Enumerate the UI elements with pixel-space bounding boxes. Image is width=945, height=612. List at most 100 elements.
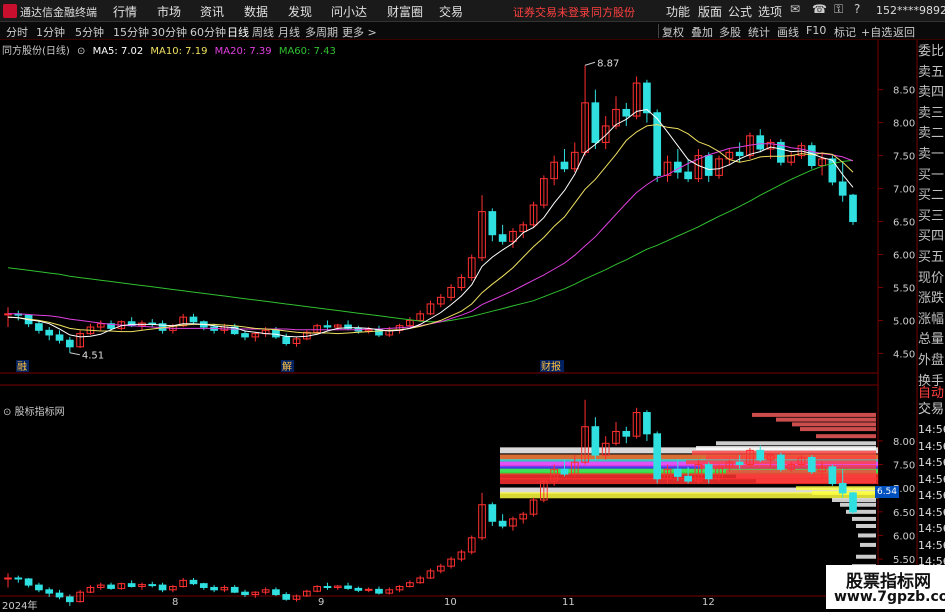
price-tick-label: 6.50: [893, 218, 915, 229]
legend-toggle-icon[interactable]: ⊙: [77, 46, 85, 57]
profile-bar: [716, 441, 876, 446]
candle-body: [643, 82, 651, 114]
indicator-tick-label: 7.50: [893, 461, 915, 472]
profile-bar: [840, 502, 876, 507]
app-logo-icon: [3, 4, 17, 18]
high-price-label: 8.87: [597, 58, 619, 69]
overlay-button[interactable]: 叠加: [691, 24, 713, 40]
indicator-candle-body: [777, 454, 785, 470]
contacts-icon[interactable]: ☎: [812, 2, 827, 16]
add-watchlist-button[interactable]: +自选: [861, 24, 892, 40]
indicator-candle-body: [344, 585, 352, 589]
menu-trade[interactable]: 交易: [439, 3, 463, 20]
period-more[interactable]: 更多 >: [342, 24, 377, 40]
period-30min[interactable]: 30分钟: [151, 24, 187, 40]
kline-chart-area[interactable]: 8.50 8.00 7.50 7.00 6.50 6.00 5.50 5.00 4.50 8.00…: [0, 40, 945, 609]
indicator-candle-body: [488, 504, 497, 522]
profile-bar: [856, 554, 876, 559]
login-notice[interactable]: 证券交易未登录: [513, 4, 590, 20]
help-icon[interactable]: ?: [854, 2, 860, 16]
draw-button[interactable]: 画线: [777, 24, 799, 40]
indicator-candle-body: [189, 579, 198, 585]
mail-icon[interactable]: ✉: [790, 2, 800, 16]
stock-name-notice[interactable]: 同方股份: [591, 4, 635, 20]
indicator-candle-body: [241, 591, 249, 596]
indicator-candle-body: [735, 461, 744, 466]
legend-ma5: MA5: 7.02: [92, 46, 144, 57]
label-volume: 总量: [918, 332, 945, 348]
indicator-tick-label: 6.50: [893, 508, 915, 519]
menu-layout[interactable]: 版面: [698, 3, 722, 20]
lock-icon[interactable]: ⚿: [834, 2, 843, 17]
stats-button[interactable]: 统计: [748, 24, 770, 40]
candle-body: [241, 333, 249, 338]
menu-quotes[interactable]: 行情: [113, 3, 137, 20]
candle-body: [735, 151, 744, 157]
indicator-candle-body: [849, 492, 857, 513]
profile-bar: [692, 450, 876, 455]
menu-market[interactable]: 市场: [157, 3, 181, 20]
label-bid5: 买五: [918, 249, 945, 265]
period-1min[interactable]: 1分钟: [36, 24, 65, 40]
candle-body: [704, 155, 713, 176]
menu-wealth[interactable]: 财富圈: [387, 3, 423, 20]
period-weekly[interactable]: 周线: [252, 24, 274, 40]
candle-body: [849, 194, 857, 223]
auto-tab[interactable]: 自动: [918, 386, 945, 402]
period-multi[interactable]: 多周期: [305, 24, 338, 40]
legend-ma10: MA10: 7.19: [150, 46, 208, 57]
user-account[interactable]: 152****9892: [876, 4, 945, 17]
price-tick-label: 7.00: [893, 185, 915, 196]
trade-tab[interactable]: 交易: [918, 402, 945, 418]
menu-ask[interactable]: 问小达: [331, 3, 367, 20]
period-timeshare[interactable]: 分时: [6, 24, 28, 40]
f10-button[interactable]: F10: [806, 24, 826, 37]
indicator-candle-body: [704, 464, 713, 480]
label-bid3: 买三: [918, 208, 945, 224]
period-60min[interactable]: 60分钟: [190, 24, 226, 40]
indicator-candle-body: [35, 584, 43, 591]
candle-body: [684, 171, 692, 180]
watermark-url: www.7gpzb.com: [834, 589, 945, 605]
period-15min[interactable]: 15分钟: [113, 24, 149, 40]
label-ask1: 卖一: [918, 146, 945, 162]
tick-time: 14:56: [918, 538, 945, 552]
menu-options[interactable]: 选项: [758, 3, 782, 20]
profile-bar: [856, 524, 876, 528]
indicator-candle-body: [14, 577, 23, 580]
menu-discover[interactable]: 发现: [288, 3, 312, 20]
period-daily[interactable]: 日线: [227, 24, 249, 40]
multi-stock-button[interactable]: 多股: [719, 24, 741, 40]
back-button[interactable]: 返回: [893, 24, 915, 40]
label-bid2: 买二: [918, 188, 945, 204]
indicator-candle-body: [756, 449, 765, 461]
candle-body: [828, 158, 837, 183]
date-label: 2024年: [2, 601, 38, 612]
indicator-title: ⊙ 股标指标网: [3, 403, 65, 418]
menu-formula[interactable]: 公式: [728, 3, 752, 20]
menu-data[interactable]: 数据: [244, 3, 268, 20]
indicator-candle-body: [364, 588, 373, 591]
menu-bar: 通达信金融终端 行情 市场 资讯 数据 发现 问小达 财富圈 交易 证券交易未登…: [0, 0, 945, 22]
date-label: 11: [562, 597, 575, 608]
side-panel-bottom: 自动 交易: [918, 386, 945, 418]
period-monthly[interactable]: 月线: [278, 24, 300, 40]
adjust-button[interactable]: 复权: [662, 24, 684, 40]
toolbar-divider: [658, 24, 659, 38]
menu-function[interactable]: 功能: [666, 3, 690, 20]
candle-body: [591, 102, 600, 143]
indicator-candle-body: [127, 583, 136, 588]
candle-body: [35, 323, 43, 331]
indicator-candle-body: [375, 588, 383, 594]
indicator-toggle-icon[interactable]: ⊙: [3, 407, 11, 418]
price-tick-label: 5.00: [893, 316, 915, 327]
mark-button[interactable]: 标记: [834, 24, 856, 40]
price-tick-label: 4.50: [893, 349, 915, 360]
watermark-logo: 股票指标网 www.7gpzb.com: [826, 565, 945, 609]
current-price-tag: 6.54: [875, 486, 899, 498]
menu-news[interactable]: 资讯: [200, 3, 224, 20]
period-5min[interactable]: 5分钟: [75, 24, 104, 40]
indicator-candle-body: [4, 577, 12, 580]
price-tick-label: 8.50: [893, 86, 915, 97]
profile-bar: [800, 427, 876, 432]
